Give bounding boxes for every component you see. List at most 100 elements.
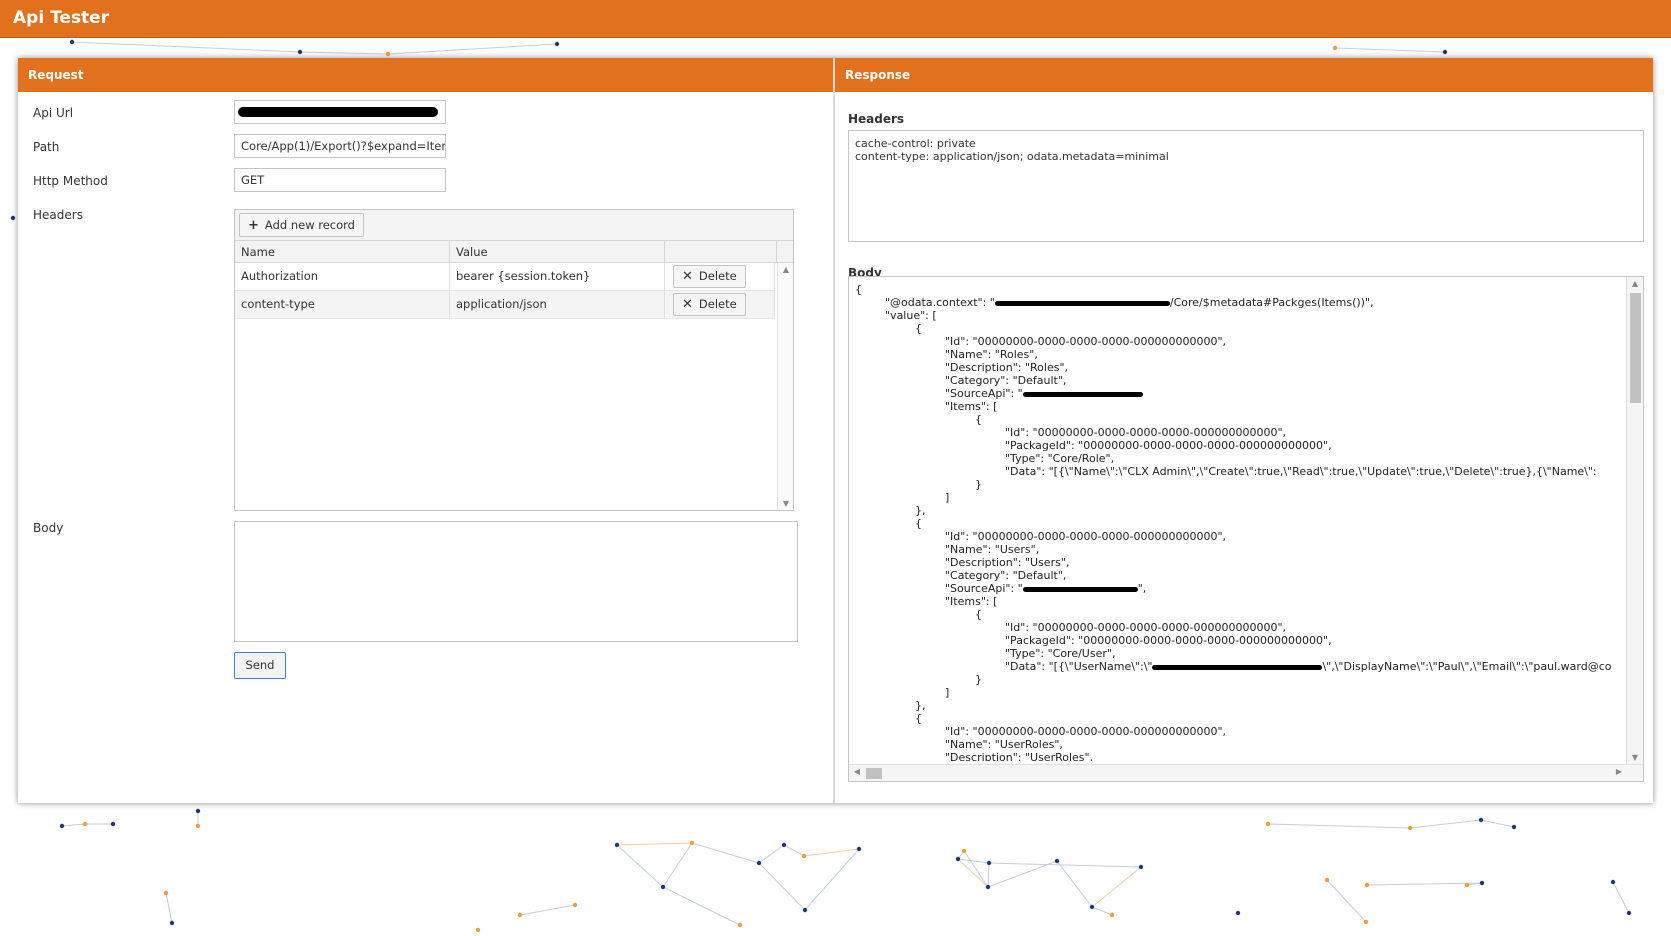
json-text: "Description": "UserRoles",: [945, 751, 1094, 761]
json-line: "Data": "[{\"Name\":\"CLX Admin\",\"Crea…: [855, 465, 1625, 478]
json-text: {: [915, 517, 922, 530]
table-row[interactable]: content-type application/json ✕ Delete: [235, 291, 775, 319]
column-header-value[interactable]: Value: [450, 241, 665, 263]
json-line: ]: [855, 686, 1625, 699]
network-link: [1334, 47, 1446, 53]
network-node: [1479, 880, 1485, 886]
request-panel-header: Request: [18, 58, 833, 92]
scroll-down-icon[interactable]: ▼: [778, 499, 794, 508]
network-node: [689, 840, 695, 846]
json-text: "Id": "00000000-0000-0000-0000-000000000…: [1005, 621, 1286, 634]
response-headers-box[interactable]: cache-control: private content-type: app…: [848, 130, 1644, 242]
network-link: [957, 858, 989, 888]
scroll-up-icon[interactable]: ▲: [1627, 279, 1643, 288]
plus-icon: +: [248, 218, 259, 233]
network-node: [737, 922, 743, 928]
json-text: {: [915, 322, 922, 335]
add-new-record-label: Add new record: [264, 218, 355, 232]
scroll-right-icon[interactable]: ▶: [1611, 767, 1627, 776]
network-node: [781, 842, 787, 848]
network-link: [957, 858, 990, 864]
network-node: [1364, 882, 1370, 888]
redacted-value: [238, 107, 438, 117]
response-header-line: cache-control: private: [855, 137, 976, 150]
network-node: [385, 51, 391, 57]
column-header-name[interactable]: Name: [235, 241, 450, 263]
json-text: "value": [: [885, 309, 937, 322]
header-name-cell[interactable]: Authorization: [235, 263, 450, 291]
scroll-down-icon[interactable]: ▼: [1627, 753, 1643, 762]
network-node: [1610, 879, 1616, 885]
json-line: "Type": "Core/User",: [855, 647, 1625, 660]
network-link: [1366, 882, 1483, 886]
scroll-up-icon[interactable]: ▲: [778, 265, 794, 274]
json-text: "Data": "[{\"UserName\":\": [1005, 660, 1153, 673]
network-link: [662, 842, 693, 888]
json-text: "Id": "00000000-0000-0000-0000-000000000…: [945, 725, 1226, 738]
json-line: "Category": "Default",: [855, 569, 1625, 582]
json-text: "Category": "Default",: [945, 569, 1067, 582]
grid-vertical-scrollbar[interactable]: ▲ ▼: [777, 263, 793, 510]
network-link: [299, 51, 389, 55]
redacted-value: [1022, 391, 1143, 397]
json-text: ]: [945, 491, 950, 504]
panel-divider[interactable]: [833, 58, 835, 803]
send-button[interactable]: Send: [234, 652, 286, 679]
network-link: [1612, 881, 1630, 914]
network-node: [1442, 49, 1448, 55]
api-url-input[interactable]: [234, 100, 446, 124]
main-window: Request Response Api Url Path Core/App(1…: [18, 58, 1653, 803]
json-line: "@odata.context": " /Core/$metadata#Packg…: [855, 296, 1625, 309]
json-text: "Id": "00000000-0000-0000-0000-000000000…: [1005, 426, 1286, 439]
json-text: "Description": "Roles",: [945, 361, 1069, 374]
api-url-label: Api Url: [33, 106, 74, 120]
add-new-record-button[interactable]: + Add new record: [239, 213, 364, 237]
network-node: [572, 902, 578, 908]
header-value-cell[interactable]: application/json: [450, 291, 665, 319]
network-link: [662, 886, 741, 926]
json-text: /Core/$metadata#Packges(Items())",: [1169, 296, 1374, 309]
network-node: [1407, 825, 1413, 831]
body-horizontal-scrollbar[interactable]: ◀ ▶: [849, 764, 1643, 781]
network-node: [1054, 858, 1060, 864]
network-node: [110, 821, 116, 827]
body-vertical-scrollbar[interactable]: ▲ ▼: [1626, 277, 1643, 764]
scroll-left-icon[interactable]: ◀: [849, 767, 865, 776]
json-line: "Id": "00000000-0000-0000-0000-000000000…: [855, 335, 1625, 348]
request-body-textarea[interactable]: [234, 521, 798, 642]
json-text: "Category": "Default",: [945, 374, 1067, 387]
path-input[interactable]: Core/App(1)/Export()?$expand=Items: [234, 134, 446, 158]
json-text: "Description": "Users",: [945, 556, 1070, 569]
network-node: [10, 215, 16, 221]
network-link: [165, 892, 173, 924]
json-line: "Type": "Core/Role",: [855, 452, 1625, 465]
json-text: },: [915, 699, 926, 712]
response-body-box[interactable]: { "@odata.context": " /Core/$metadata#Pack…: [848, 276, 1644, 782]
delete-button[interactable]: ✕ Delete: [673, 293, 746, 316]
scrollbar-thumb[interactable]: [866, 768, 882, 779]
json-text: "Type": "Core/Role",: [1005, 452, 1115, 465]
network-link: [1091, 866, 1142, 908]
json-text: ]: [945, 686, 950, 699]
network-node: [1478, 817, 1484, 823]
json-text: "Items": [: [945, 400, 998, 413]
table-row[interactable]: Authorization bearer {session.token} ✕ De…: [235, 263, 775, 291]
network-node: [961, 848, 967, 854]
delete-label: Delete: [698, 297, 737, 311]
network-node: [801, 853, 807, 859]
http-method-input[interactable]: GET: [234, 168, 446, 192]
header-value-cell[interactable]: bearer {session.token}: [450, 263, 665, 291]
network-node: [195, 823, 201, 829]
app-title: Api Tester: [13, 8, 110, 28]
json-line: },: [855, 699, 1625, 712]
json-text: "PackageId": "00000000-0000-0000-0000-00…: [1005, 634, 1332, 647]
network-link: [1409, 819, 1482, 829]
network-link: [783, 844, 805, 857]
network-node: [985, 884, 991, 890]
json-line: "Data": "[{\"UserName\":\" \",\"DisplayNa…: [855, 660, 1625, 673]
network-link: [616, 844, 664, 888]
header-name-cell[interactable]: content-type: [235, 291, 450, 319]
network-node: [1235, 910, 1241, 916]
scrollbar-thumb[interactable]: [1630, 293, 1641, 403]
delete-button[interactable]: ✕ Delete: [673, 265, 746, 288]
